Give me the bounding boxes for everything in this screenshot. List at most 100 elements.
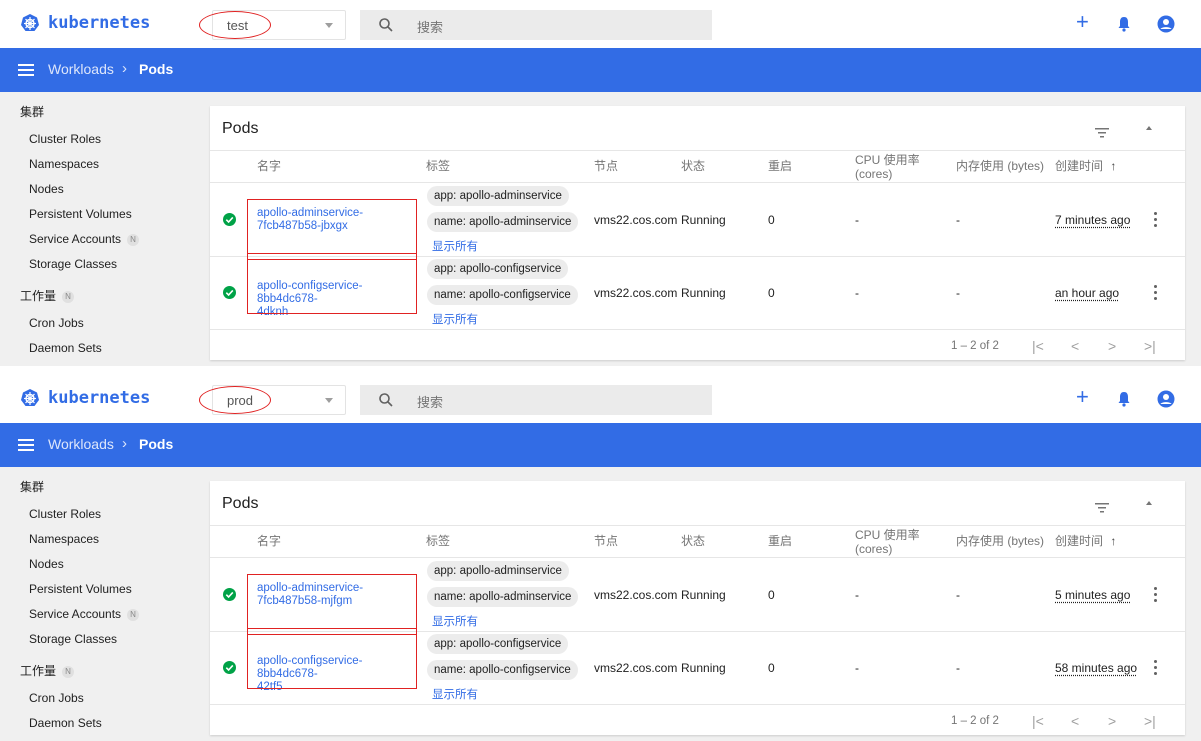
more-actions-icon[interactable] — [1154, 285, 1157, 303]
column-header-status[interactable]: 状态 — [681, 159, 705, 173]
sidebar-item-service-accounts[interactable]: Service Accounts N — [29, 232, 140, 246]
pods-card: Pods 名字 标签 节点 状态 重启 CPU 使用率 (cores) 内存使用 … — [210, 106, 1185, 360]
column-header-node[interactable]: 节点 — [594, 159, 618, 173]
column-header-restarts[interactable]: 重启 — [768, 534, 792, 548]
show-all-labels-link[interactable]: 显示所有 — [432, 613, 478, 629]
column-header-created[interactable]: 创建时间 ↑ — [1055, 159, 1116, 173]
kubernetes-logo-icon[interactable] — [20, 388, 40, 413]
breadcrumb-workloads[interactable]: Workloads — [48, 61, 114, 77]
app-name[interactable]: kubernetes — [48, 13, 150, 33]
dashboard-panel-prod: kubernetes prod 搜索 + Workloads › Pods 集群… — [0, 375, 1201, 741]
menu-icon[interactable] — [18, 439, 34, 451]
more-actions-icon[interactable] — [1154, 660, 1157, 678]
sidebar-item-storage-classes[interactable]: Storage Classes — [29, 257, 117, 271]
table-row[interactable]: apollo-configservice-8bb4dc678- 42tf5 app… — [210, 628, 1185, 704]
next-page-button[interactable]: > — [1108, 713, 1116, 729]
next-page-button[interactable]: > — [1108, 338, 1116, 354]
show-all-labels-link[interactable]: 显示所有 — [432, 311, 478, 327]
sidebar-item-service-accounts[interactable]: Service Accounts N — [29, 607, 140, 621]
filter-icon[interactable] — [1095, 500, 1109, 518]
more-actions-icon[interactable] — [1154, 587, 1157, 605]
show-all-labels-link[interactable]: 显示所有 — [432, 686, 478, 702]
sidebar-item-namespaces[interactable]: Namespaces — [29, 157, 99, 171]
sidebar-item-cron-jobs[interactable]: Cron Jobs — [29, 691, 84, 705]
create-icon[interactable]: + — [1076, 386, 1089, 408]
collapse-icon[interactable] — [1146, 501, 1152, 505]
first-page-button[interactable]: |< — [1032, 713, 1044, 729]
memory-cell: - — [956, 213, 960, 227]
sidebar-item-nodes[interactable]: Nodes — [29, 182, 64, 196]
menu-icon[interactable] — [18, 64, 34, 76]
namespace-selector[interactable]: test — [199, 10, 346, 40]
sidebar-item-persistent-volumes[interactable]: Persistent Volumes — [29, 207, 132, 221]
search-input[interactable]: 搜索 — [360, 10, 712, 40]
account-icon[interactable] — [1157, 15, 1175, 38]
more-actions-icon[interactable] — [1154, 212, 1157, 230]
column-header-status[interactable]: 状态 — [681, 534, 705, 548]
table-row[interactable]: apollo-configservice-8bb4dc678- 4dknh app… — [210, 253, 1185, 329]
column-header-name[interactable]: 名字 — [257, 159, 281, 173]
restarts-cell: 0 — [768, 661, 775, 675]
sidebar-item-cluster-roles[interactable]: Cluster Roles — [29, 132, 101, 146]
namespaced-badge: N — [62, 666, 75, 678]
show-all-labels-link[interactable]: 显示所有 — [432, 238, 478, 254]
account-icon[interactable] — [1157, 390, 1175, 413]
running-check-icon — [223, 588, 236, 606]
created-cell: 58 minutes ago — [1055, 661, 1138, 675]
sidebar-item-cluster-roles[interactable]: Cluster Roles — [29, 507, 101, 521]
breadcrumb-workloads[interactable]: Workloads — [48, 436, 114, 452]
node-cell[interactable]: vms22.cos.com — [594, 588, 677, 602]
sidebar-item-nodes[interactable]: Nodes — [29, 557, 64, 571]
prev-page-button[interactable]: < — [1071, 338, 1079, 354]
filter-icon[interactable] — [1095, 125, 1109, 143]
label-chip: name: apollo-adminservice — [427, 587, 579, 607]
sidebar: 集群 Cluster Roles Namespaces Nodes Persis… — [0, 467, 200, 741]
namespace-selector[interactable]: prod — [199, 385, 346, 415]
sidebar-item-persistent-volumes[interactable]: Persistent Volumes — [29, 582, 132, 596]
sidebar-item-cron-jobs[interactable]: Cron Jobs — [29, 316, 84, 330]
annotation-box — [247, 574, 417, 635]
column-header-node[interactable]: 节点 — [594, 534, 618, 548]
search-input[interactable]: 搜索 — [360, 385, 712, 415]
memory-cell: - — [956, 286, 960, 300]
first-page-button[interactable]: |< — [1032, 338, 1044, 354]
table-row[interactable]: apollo-adminservice- 7fcb487b58-mjfgm app… — [210, 558, 1185, 635]
last-page-button[interactable]: >| — [1144, 713, 1156, 729]
collapse-icon[interactable] — [1146, 126, 1152, 130]
notification-bell-icon[interactable] — [1117, 16, 1131, 37]
pagination-range: 1 – 2 of 2 — [951, 340, 999, 352]
column-header-restarts[interactable]: 重启 — [768, 159, 792, 173]
last-page-button[interactable]: >| — [1144, 338, 1156, 354]
prev-page-button[interactable]: < — [1071, 713, 1079, 729]
node-cell[interactable]: vms22.cos.com — [594, 213, 677, 227]
label-chip: name: apollo-configservice — [427, 660, 578, 680]
created-cell: an hour ago — [1055, 286, 1120, 300]
column-header-created[interactable]: 创建时间 ↑ — [1055, 534, 1116, 548]
sidebar-item-storage-classes[interactable]: Storage Classes — [29, 632, 117, 646]
search-placeholder: 搜索 — [417, 395, 444, 410]
sidebar-header-workloads[interactable]: 工作量 N — [20, 662, 75, 679]
sidebar-item-daemon-sets[interactable]: Daemon Sets — [29, 341, 102, 355]
annotation-circle — [199, 11, 271, 39]
annotation-box — [247, 253, 417, 314]
namespaced-badge: N — [127, 234, 140, 246]
node-cell[interactable]: vms22.cos.com — [594, 286, 677, 300]
sidebar-header-cluster[interactable]: 集群 — [20, 103, 44, 120]
notification-bell-icon[interactable] — [1117, 391, 1131, 412]
sidebar-item-namespaces[interactable]: Namespaces — [29, 532, 99, 546]
table-row[interactable]: apollo-adminservice- 7fcb487b58-jbxgx app… — [210, 183, 1185, 260]
running-check-icon — [223, 661, 236, 679]
card-title: Pods — [222, 120, 259, 137]
divider — [210, 704, 1185, 705]
app-name[interactable]: kubernetes — [48, 388, 150, 408]
sidebar-header-workloads[interactable]: 工作量 N — [20, 287, 75, 304]
create-icon[interactable]: + — [1076, 11, 1089, 33]
column-header-name[interactable]: 名字 — [257, 534, 281, 548]
divider — [210, 150, 1185, 151]
sidebar-item-daemon-sets[interactable]: Daemon Sets — [29, 716, 102, 730]
pagination-range: 1 – 2 of 2 — [951, 715, 999, 727]
kubernetes-logo-icon[interactable] — [20, 13, 40, 38]
node-cell[interactable]: vms22.cos.com — [594, 661, 677, 675]
sidebar-header-cluster[interactable]: 集群 — [20, 478, 44, 495]
created-cell: 7 minutes ago — [1055, 213, 1131, 227]
